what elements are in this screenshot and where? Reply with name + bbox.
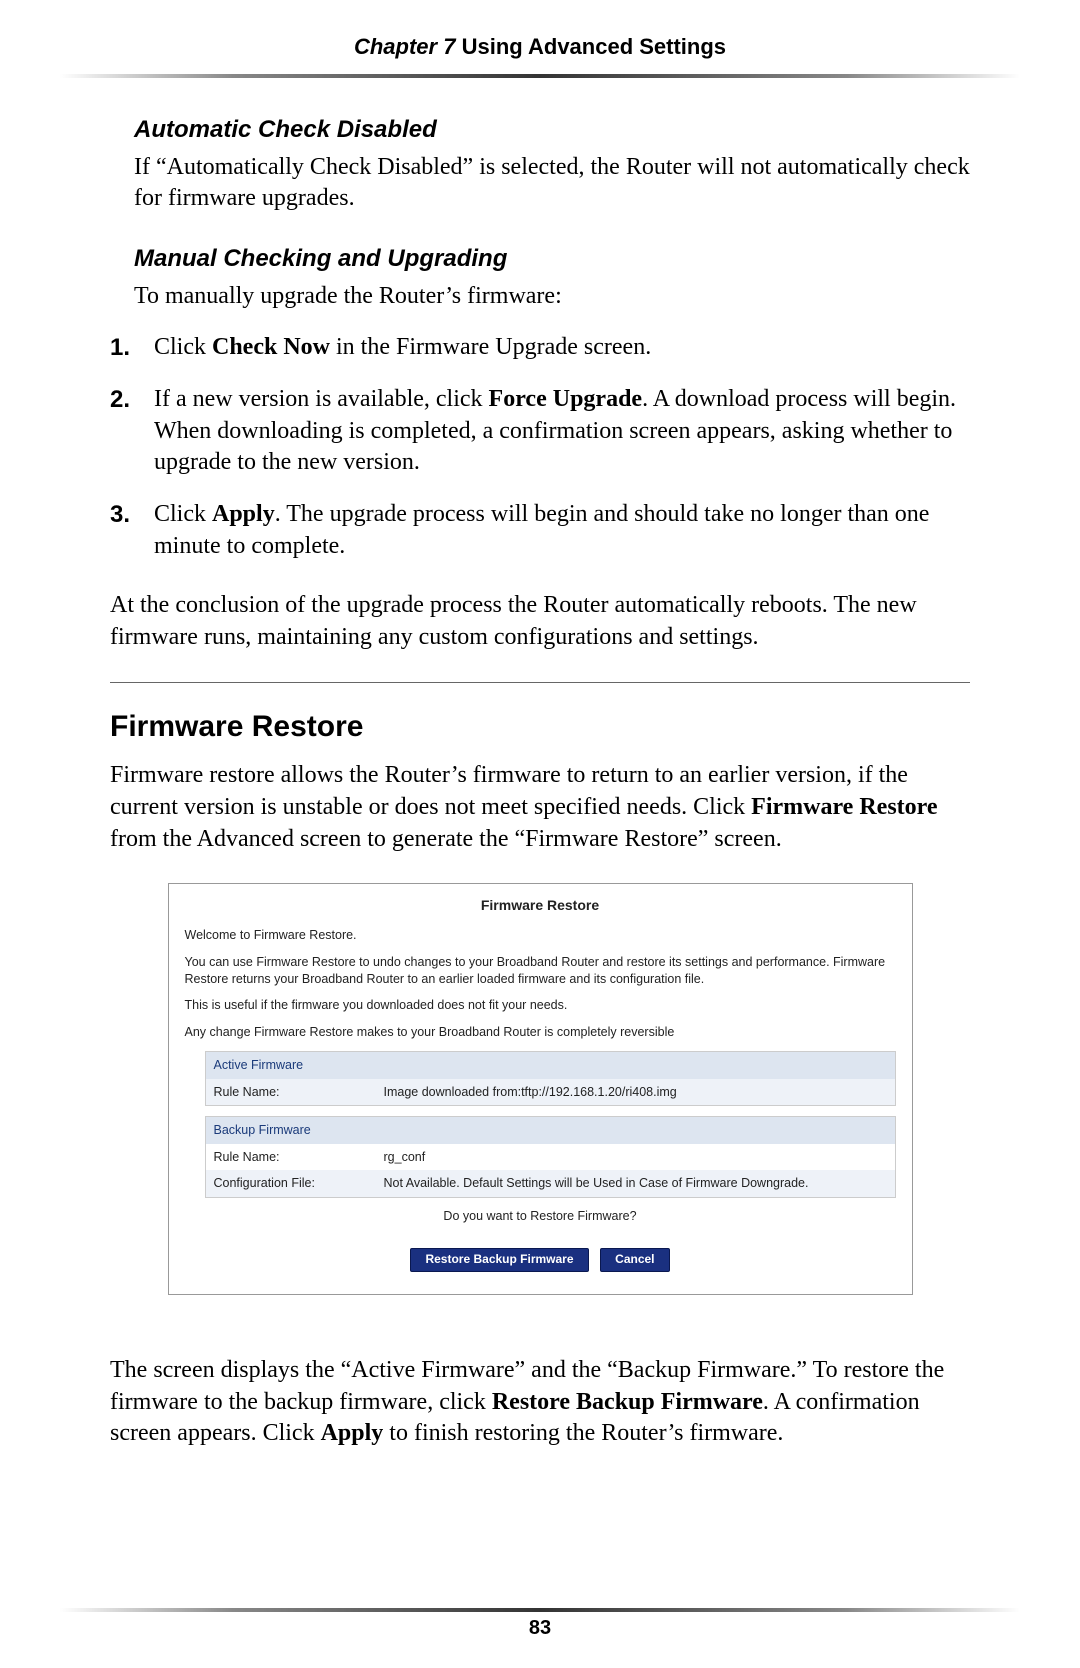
section-rule xyxy=(110,682,970,683)
firmware-restore-heading: Firmware Restore xyxy=(110,707,970,747)
step-number: 1. xyxy=(110,332,154,364)
rule-name-value: rg_conf xyxy=(376,1144,895,1171)
table-row: Rule Name: Image downloaded from:tftp://… xyxy=(206,1079,895,1106)
table-header-row: Backup Firmware xyxy=(206,1117,895,1144)
active-firmware-table: Active Firmware Rule Name: Image downloa… xyxy=(205,1051,896,1106)
rule-name-label: Rule Name: xyxy=(206,1079,376,1106)
subheading-manual: Manual Checking and Upgrading xyxy=(134,243,970,275)
screenshot-title: Firmware Restore xyxy=(185,896,896,914)
manual-intro: To manually upgrade the Router’s firmwar… xyxy=(134,281,970,313)
cancel-button[interactable]: Cancel xyxy=(600,1248,669,1272)
screenshot-wrap: Firmware Restore Welcome to Firmware Res… xyxy=(110,883,970,1295)
screenshot-button-row: Restore Backup Firmware Cancel xyxy=(185,1248,896,1272)
page-content: Automatic Check Disabled If “Automatical… xyxy=(0,78,1080,1450)
table-row: Configuration File: Not Available. Defau… xyxy=(206,1170,895,1197)
backup-firmware-table: Backup Firmware Rule Name: rg_conf Confi… xyxy=(205,1116,896,1198)
step-text: Click Check Now in the Firmware Upgrade … xyxy=(154,332,970,364)
config-file-value: Not Available. Default Settings will be … xyxy=(376,1170,895,1197)
auto-check-para: If “Automatically Check Disabled” is sel… xyxy=(134,152,970,215)
chapter-title: Using Advanced Settings xyxy=(462,34,726,59)
rule-name-label: Rule Name: xyxy=(206,1144,376,1171)
step-number: 2. xyxy=(110,384,154,479)
screenshot-desc3: Any change Firmware Restore makes to you… xyxy=(185,1024,896,1041)
page-number: 83 xyxy=(0,1617,1080,1640)
chapter-label: Chapter 7 xyxy=(354,34,455,59)
step-text: If a new version is available, click For… xyxy=(154,384,970,479)
firmware-restore-screenshot: Firmware Restore Welcome to Firmware Res… xyxy=(168,883,913,1295)
active-firmware-header: Active Firmware xyxy=(206,1052,376,1079)
subheading-auto-check: Automatic Check Disabled xyxy=(134,114,970,146)
screenshot-desc2: This is useful if the firmware you downl… xyxy=(185,997,896,1014)
restore-backup-firmware-button[interactable]: Restore Backup Firmware xyxy=(410,1248,588,1272)
restore-prompt: Do you want to Restore Firmware? xyxy=(185,1208,896,1225)
screenshot-desc1: You can use Firmware Restore to undo cha… xyxy=(185,954,896,988)
manual-steps: 1. Click Check Now in the Firmware Upgra… xyxy=(110,332,970,562)
step-item: 1. Click Check Now in the Firmware Upgra… xyxy=(110,332,970,364)
screenshot-welcome: Welcome to Firmware Restore. xyxy=(185,927,896,944)
backup-firmware-header: Backup Firmware xyxy=(206,1117,376,1144)
firmware-restore-intro: Firmware restore allows the Router’s fir… xyxy=(110,760,970,855)
config-file-label: Configuration File: xyxy=(206,1170,376,1197)
step-item: 2. If a new version is available, click … xyxy=(110,384,970,479)
table-row: Rule Name: rg_conf xyxy=(206,1144,895,1171)
step-number: 3. xyxy=(110,499,154,562)
table-header-row: Active Firmware xyxy=(206,1052,895,1079)
manual-closing: At the conclusion of the upgrade process… xyxy=(110,590,970,653)
step-text: Click Apply. The upgrade process will be… xyxy=(154,499,970,562)
closing-para: The screen displays the “Active Firmware… xyxy=(110,1355,970,1450)
page-header: Chapter 7 Using Advanced Settings xyxy=(0,0,1080,70)
rule-name-value: Image downloaded from:tftp://192.168.1.2… xyxy=(376,1079,895,1106)
step-item: 3. Click Apply. The upgrade process will… xyxy=(110,499,970,562)
footer-rule xyxy=(60,1608,1020,1612)
